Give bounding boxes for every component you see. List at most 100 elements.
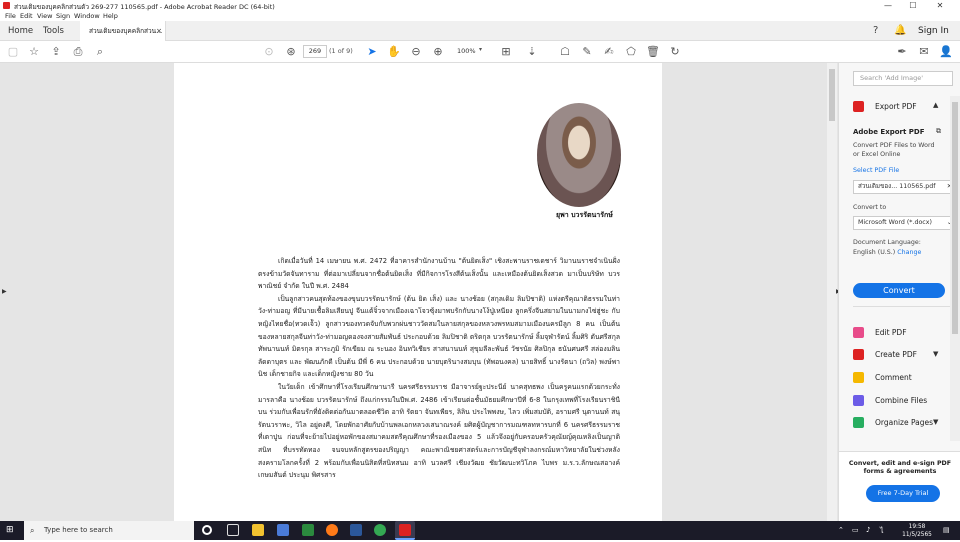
close-window-button[interactable]: ✕ <box>930 0 950 11</box>
document-language-label: Document Language: <box>853 239 921 246</box>
select-file-label[interactable]: Select PDF File <box>853 167 899 176</box>
scroll-thumb[interactable] <box>829 69 835 121</box>
menu-sign[interactable]: Sign <box>56 12 70 20</box>
clock[interactable]: 19:58 11/5/2565 <box>898 523 936 542</box>
selected-file-field[interactable]: ส่วนเติมของ... 110565.pdf ✕ <box>853 180 957 194</box>
free-trial-button[interactable]: Free 7-Day Trial <box>866 485 940 502</box>
paragraph-2: เป็นลูกสาวคนสุดท้องของขุนบวรรัตนารักษ์ (… <box>258 294 620 379</box>
copy-icon[interactable]: ⧉ <box>936 127 941 136</box>
zoom-level[interactable]: 100% <box>457 47 476 55</box>
menu-view[interactable]: View <box>37 12 52 20</box>
create-pdf-icon <box>853 349 864 360</box>
maximize-button[interactable]: ☐ <box>903 0 923 11</box>
acrobat-taskbar-icon[interactable] <box>395 521 415 540</box>
export-pdf-icon <box>853 101 864 112</box>
menu-file[interactable]: File <box>5 12 16 20</box>
panel-scrollbar[interactable] <box>950 96 960 441</box>
notification-bell-icon[interactable]: 🔔 <box>894 21 906 41</box>
left-panel-toggle-icon[interactable]: ▶ <box>2 288 7 295</box>
bookmark-star-icon[interactable]: ☆ <box>26 44 42 60</box>
comment-tool-icon <box>853 372 864 383</box>
document-viewer[interactable]: ▶ ยุพา บวรรัตนารักษ์ เกิดเมื่อวันที่ 14 … <box>0 63 838 521</box>
print-icon[interactable]: ⎙ <box>70 44 86 60</box>
menu-bar: File Edit View Sign Window Help <box>0 11 960 21</box>
pdf-page: ยุพา บวรรัตนารักษ์ เกิดเมื่อวันที่ 14 เม… <box>174 63 662 521</box>
firefox-icon[interactable] <box>326 524 338 536</box>
promo-text: Convert, edit and e-sign PDF forms & agr… <box>848 460 952 475</box>
paragraph-1: เกิดเมื่อวันที่ 14 เมษายน พ.ศ. 2472 ที่อ… <box>258 257 620 291</box>
comment-icon[interactable]: ☖ <box>557 44 573 60</box>
tab-bar: Home Tools ส่วนเติมของบุคคลิกส่วน... × ?… <box>0 21 960 42</box>
fit-page-icon[interactable]: ⊞ <box>498 44 514 60</box>
user-share-icon[interactable]: 👤 <box>938 44 954 60</box>
document-body: เกิดเมื่อวันที่ 14 เมษายน พ.ศ. 2472 ที่อ… <box>258 255 620 482</box>
document-language-row: English (U.S.) Change <box>853 249 922 256</box>
app-icon[interactable] <box>302 524 314 536</box>
document-tab-label: ส่วนเติมของบุคคลิกส่วน... <box>89 27 163 35</box>
tab-home[interactable]: Home <box>8 21 33 41</box>
create-icon[interactable]: ▢ <box>5 44 21 60</box>
volume-icon[interactable]: ♪ <box>866 526 870 534</box>
word-icon[interactable] <box>350 524 362 536</box>
close-tab-icon[interactable]: × <box>156 21 162 41</box>
fill-sign-icon[interactable]: ✒ <box>894 44 910 60</box>
edit-pdf-icon <box>853 327 864 338</box>
share-email-icon[interactable]: ✉ <box>916 44 932 60</box>
convert-to-label: Convert to <box>853 204 887 211</box>
menu-window[interactable]: Window <box>74 12 100 20</box>
chevron-up-icon[interactable]: ▲ <box>933 101 938 109</box>
chrome-icon[interactable] <box>374 524 386 536</box>
hand-tool-icon[interactable]: ✋ <box>386 44 402 60</box>
change-language-link[interactable]: Change <box>897 249 921 256</box>
photo-caption: ยุพา บวรรัตนารักษ์ <box>556 211 613 219</box>
convert-button[interactable]: Convert <box>853 283 945 298</box>
tools-panel: Search 'Add Image' Export PDF ▲ Adobe Ex… <box>838 63 960 521</box>
chevron-down-icon[interactable]: ▼ <box>933 418 938 426</box>
title-bar: ส่วนเติมของบุคคลิกส่วนตัว 269-277 110565… <box>0 0 960 11</box>
show-hidden-icons-icon[interactable]: ⌃ <box>838 526 844 534</box>
zoom-out-icon[interactable]: ⊖ <box>408 44 424 60</box>
draw-icon[interactable]: ✍ <box>601 44 617 60</box>
select-cursor-icon[interactable]: ➤ <box>364 44 380 60</box>
adobe-export-title: Adobe Export PDF <box>853 128 925 136</box>
task-view-icon[interactable] <box>227 524 239 536</box>
menu-help[interactable]: Help <box>103 12 118 20</box>
language-icon[interactable]: ไ <box>880 526 884 537</box>
help-icon[interactable]: ? <box>873 21 878 41</box>
delete-icon[interactable]: 🗑 <box>645 44 661 60</box>
network-icon[interactable]: ▭ <box>852 526 859 534</box>
scroll-mode-icon[interactable]: ⇣ <box>524 44 540 60</box>
next-page-icon[interactable]: ⊛ <box>283 44 299 60</box>
zoom-in-icon[interactable]: ⊕ <box>430 44 446 60</box>
tab-tools[interactable]: Tools <box>43 21 64 41</box>
windows-start-icon[interactable]: ⊞ <box>6 525 17 536</box>
highlight-pen-icon[interactable]: ✎ <box>579 44 595 60</box>
cortana-icon[interactable] <box>202 525 212 535</box>
toolbar: ▢ ☆ ⇪ ⎙ ⌕ ⊙ ⊛ 269 (1 of 9) ➤ ✋ ⊖ ⊕ 100% … <box>0 41 960 63</box>
tool-search-input[interactable]: Search 'Add Image' <box>853 71 953 86</box>
rotate-icon[interactable]: ↻ <box>667 44 683 60</box>
stamp-icon[interactable]: ⬠ <box>623 44 639 60</box>
search-icon[interactable]: ⌕ <box>92 44 108 60</box>
upload-icon[interactable]: ⇪ <box>48 44 64 60</box>
minimize-button[interactable]: — <box>878 0 898 11</box>
taskbar-search-input[interactable]: ⌕ Type here to search <box>24 521 194 540</box>
acrobat-icon <box>399 524 411 536</box>
sign-in-button[interactable]: Sign In <box>918 21 949 41</box>
portrait-photo <box>537 103 621 207</box>
store-icon[interactable] <box>277 524 289 536</box>
previous-page-icon[interactable]: ⊙ <box>261 44 277 60</box>
paragraph-3: ในวัยเด็ก เข้าศึกษาที่โรงเรียนศึกษานารี … <box>258 382 620 480</box>
page-number-input[interactable]: 269 <box>303 45 327 58</box>
panel-scroll-thumb[interactable] <box>952 102 958 334</box>
organize-pages-icon <box>853 417 864 428</box>
combine-files-icon <box>853 395 864 406</box>
windows-taskbar: ⊞ ⌕ Type here to search ⌃ ▭ ♪ ไ 19:58 11… <box>0 521 960 540</box>
file-explorer-icon[interactable] <box>252 524 264 536</box>
chevron-down-icon[interactable]: ▼ <box>933 350 938 358</box>
convert-to-dropdown[interactable]: Microsoft Word (*.docx) ⌄ <box>853 216 957 230</box>
zoom-dropdown-icon[interactable]: ▾ <box>479 46 482 53</box>
tab-document[interactable]: ส่วนเติมของบุคคลิกส่วน... × <box>80 21 166 42</box>
notification-center-icon[interactable]: ▤ <box>943 526 950 534</box>
menu-edit[interactable]: Edit <box>20 12 33 20</box>
